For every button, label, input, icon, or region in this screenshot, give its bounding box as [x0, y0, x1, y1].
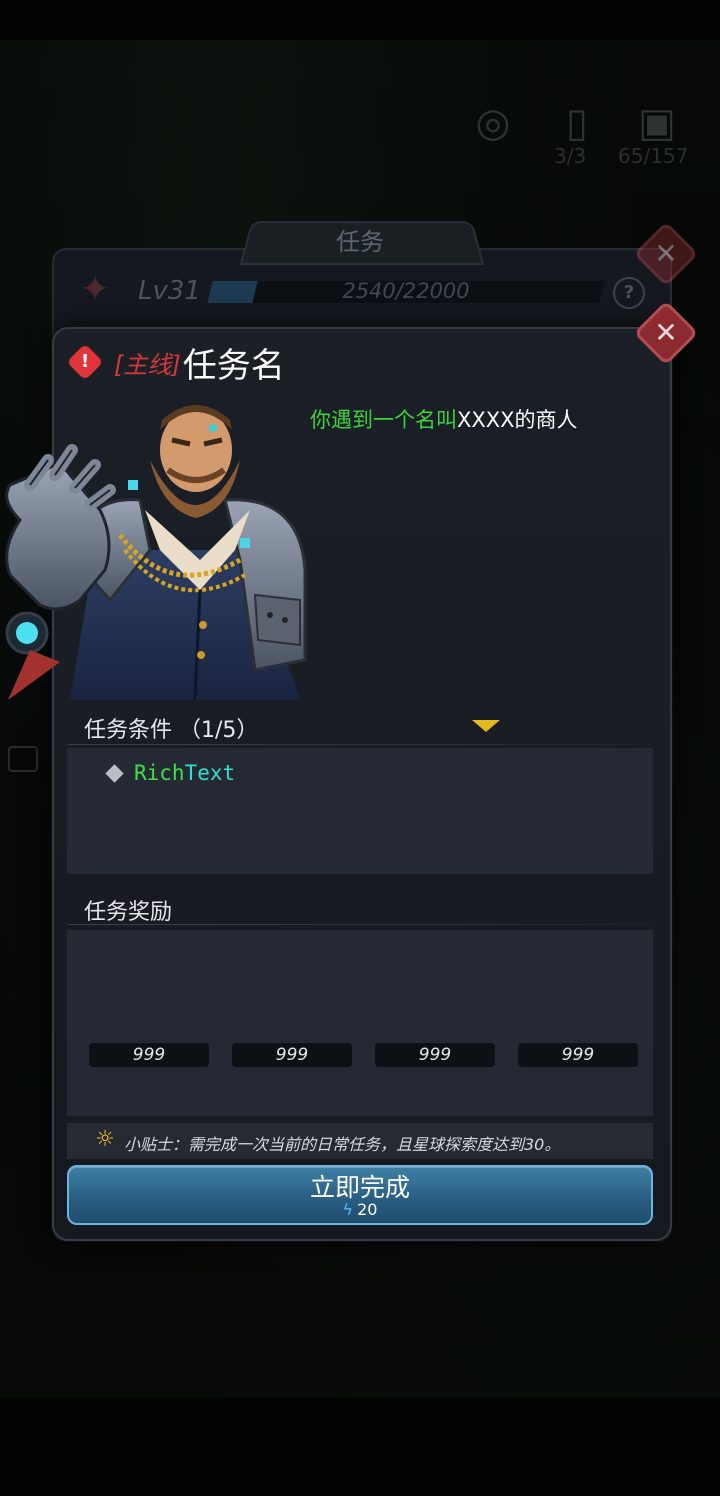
close-icon: ✕ — [654, 316, 678, 349]
chat-icon[interactable] — [8, 746, 38, 772]
calendar-icon[interactable]: ▣ — [634, 100, 680, 146]
conditions-count: （1/5） — [179, 718, 259, 743]
condition-item: RichText — [134, 761, 236, 785]
description-highlight: 你遇到一个名叫 — [310, 408, 457, 432]
description-rest: XXXX的商人 — [457, 408, 578, 432]
quest-tab-label: 任务 — [336, 228, 384, 256]
door-icon[interactable]: ▯ — [554, 100, 600, 146]
lightbulb-icon: ☼ — [95, 1127, 115, 1152]
rewards-title: 任务奖励 — [84, 900, 173, 925]
player-level: Lv31 — [138, 276, 201, 306]
gear-icon[interactable]: ⚙ — [716, 100, 720, 146]
npc-portrait — [5, 405, 307, 700]
energy-bolt-icon: ϟ — [342, 1200, 354, 1219]
quest-type-tag: [主线] — [114, 350, 181, 379]
game-screen: ◎ ▯ 3/3 ▣ 65/157 ⚙ 任务 ✦ Lv31 2540/22000 … — [0, 0, 720, 1496]
door-count: 3/3 — [554, 144, 587, 168]
xp-text: 2540/22000 — [342, 279, 470, 303]
close-icon: ✕ — [654, 237, 678, 270]
top-bar: ◎ ▯ 3/3 ▣ 65/157 ⚙ — [390, 100, 720, 170]
conditions-title: 任务条件 （1/5） — [84, 718, 259, 743]
quest-title-row: ! [主线] 任务名 — [66, 340, 285, 386]
quest-title: 任务名 — [182, 345, 285, 386]
conditions-divider — [68, 744, 652, 745]
complete-now-label: 立即完成 — [309, 1173, 410, 1202]
tip-text: 小贴士：需完成一次当前的日常任务，且星球探索度达到30。 — [124, 1135, 561, 1154]
chevron-down-icon[interactable] — [472, 720, 500, 732]
alert-icon: ! — [66, 343, 104, 381]
complete-cost: ϟ 20 — [342, 1200, 378, 1219]
rewards-list — [67, 930, 653, 1116]
quest-description: 你遇到一个名叫XXXX的商人 — [310, 404, 578, 434]
radar-icon[interactable]: ◎ — [470, 100, 516, 146]
reward-item-count[interactable]: 999 — [518, 1043, 638, 1067]
reward-item-count[interactable]: 999 — [375, 1043, 495, 1067]
reward-item-count[interactable]: 999 — [89, 1043, 209, 1067]
rank-emblem-icon: ✦ — [80, 269, 111, 310]
rewards-divider — [68, 924, 652, 925]
reward-item-count[interactable]: 999 — [232, 1043, 352, 1067]
help-button[interactable]: ? — [613, 277, 645, 309]
calendar-count: 65/157 — [618, 144, 689, 168]
